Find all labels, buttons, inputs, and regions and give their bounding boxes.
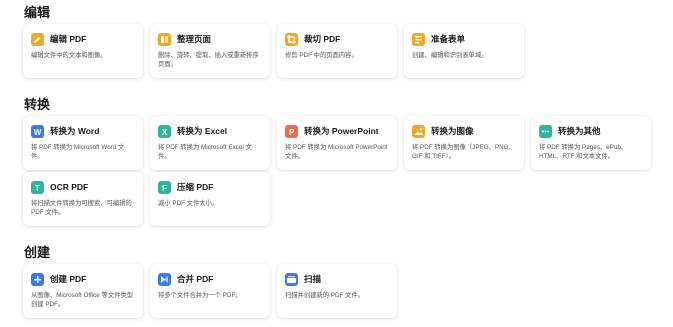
tool-card-organize-pages[interactable]: 整理页面 删除、旋转、提取、插入或重新排序页面。	[150, 24, 270, 78]
tool-card-scan[interactable]: 扫描 扫描并创建新的 PDF 文件。	[277, 264, 397, 318]
organize-pages-icon	[158, 32, 171, 46]
prepare-form-icon	[412, 32, 425, 46]
card-description: 将 PDF 转换为 Microsoft PowerPoint 文件。	[285, 144, 388, 160]
svg-text:F: F	[162, 184, 167, 193]
card-title: 合并 PDF	[177, 274, 214, 284]
card-title: 整理页面	[177, 34, 212, 44]
card-description: 从图像、Microsoft Office 等文件类型创建 PDF。	[31, 292, 134, 308]
tool-card-convert-image[interactable]: 转换为图像 将 PDF 转换为图像（JPEG、PNG、GIF 和 TIFF）。	[404, 116, 524, 170]
card-description: 将 PDF 转换为 Microsoft Excel 文件。	[158, 144, 252, 160]
card-description: 将扫描文件转换为可搜索、可编辑的 PDF 文件。	[31, 200, 132, 216]
card-title: 转换为 Word	[50, 126, 100, 136]
card-title: 转换为其他	[558, 126, 601, 136]
card-description: 将 PDF 转换为图像（JPEG、PNG、GIF 和 TIFF）。	[412, 144, 515, 160]
card-description: 创建、编辑和识别表单域。	[412, 52, 488, 59]
tool-card-create-pdf[interactable]: 创建 PDF 从图像、Microsoft Office 等文件类型创建 PDF。	[23, 264, 143, 318]
tool-card-convert-powerpoint[interactable]: P 转换为 PowerPoint 将 PDF 转换为 Microsoft Pow…	[277, 116, 397, 170]
section-title-create: 创建	[24, 245, 51, 260]
svg-text:P: P	[289, 128, 295, 137]
word-icon: W	[31, 124, 44, 138]
svg-text:W: W	[34, 128, 42, 137]
scan-icon	[285, 272, 298, 286]
image-icon	[412, 124, 425, 138]
crop-pdf-icon	[285, 32, 298, 46]
tool-card-prepare-form[interactable]: 准备表单 创建、编辑和识别表单域。	[404, 24, 524, 78]
card-description: 将 PDF 转换为 Microsoft Word 文件。	[31, 144, 125, 160]
card-description: 修剪 PDF 中的页面内容。	[285, 52, 358, 59]
tool-card-convert-word[interactable]: W 转换为 Word 将 PDF 转换为 Microsoft Word 文件。	[23, 116, 143, 170]
card-title: 压缩 PDF	[177, 182, 214, 192]
edit-pdf-icon	[31, 32, 44, 46]
svg-text:X: X	[162, 128, 168, 137]
card-description: 将 PDF 转换为 Pages、ePub、HTML、RTF 和文本文件。	[539, 144, 628, 160]
card-description: 减小 PDF 文件大小。	[158, 200, 219, 207]
combine-pdf-icon	[158, 272, 171, 286]
svg-text:T: T	[35, 184, 40, 193]
card-description: 编辑文件中的文本和图像。	[31, 52, 107, 59]
powerpoint-icon: P	[285, 124, 298, 138]
tool-card-convert-other[interactable]: 转换为其他 将 PDF 转换为 Pages、ePub、HTML、RTF 和文本文…	[531, 116, 651, 170]
card-description: 将多个文件合并为一个 PDF。	[158, 292, 242, 299]
card-description: 删除、旋转、提取、插入或重新排序页面。	[158, 52, 259, 68]
card-title: 转换为 Excel	[177, 126, 228, 136]
card-title: 准备表单	[431, 34, 466, 44]
section-title-edit: 编辑	[24, 5, 51, 20]
ocr-icon: T	[31, 180, 44, 194]
card-title: 扫描	[304, 274, 322, 284]
card-title: 裁切 PDF	[304, 34, 341, 44]
card-title: 转换为图像	[431, 126, 474, 136]
section-title-convert: 转换	[24, 97, 51, 112]
card-title: 编辑 PDF	[50, 34, 87, 44]
tool-card-ocr-pdf[interactable]: T OCR PDF 将扫描文件转换为可搜索、可编辑的 PDF 文件。	[23, 172, 143, 226]
excel-icon: X	[158, 124, 171, 138]
tool-card-convert-excel[interactable]: X 转换为 Excel 将 PDF 转换为 Microsoft Excel 文件…	[150, 116, 270, 170]
tool-card-combine-pdf[interactable]: 合并 PDF 将多个文件合并为一个 PDF。	[150, 264, 270, 318]
compress-icon: F	[158, 180, 171, 194]
tool-card-crop-pdf[interactable]: 裁切 PDF 修剪 PDF 中的页面内容。	[277, 24, 397, 78]
tool-card-compress-pdf[interactable]: F 压缩 PDF 减小 PDF 文件大小。	[150, 172, 270, 226]
card-title: 创建 PDF	[50, 274, 87, 284]
tool-card-edit-pdf[interactable]: 编辑 PDF 编辑文件中的文本和图像。	[23, 24, 143, 78]
create-pdf-icon	[31, 272, 44, 286]
card-title: OCR PDF	[50, 182, 89, 192]
other-format-icon	[539, 124, 552, 138]
card-description: 扫描并创建新的 PDF 文件。	[285, 292, 365, 299]
card-title: 转换为 PowerPoint	[304, 126, 379, 136]
